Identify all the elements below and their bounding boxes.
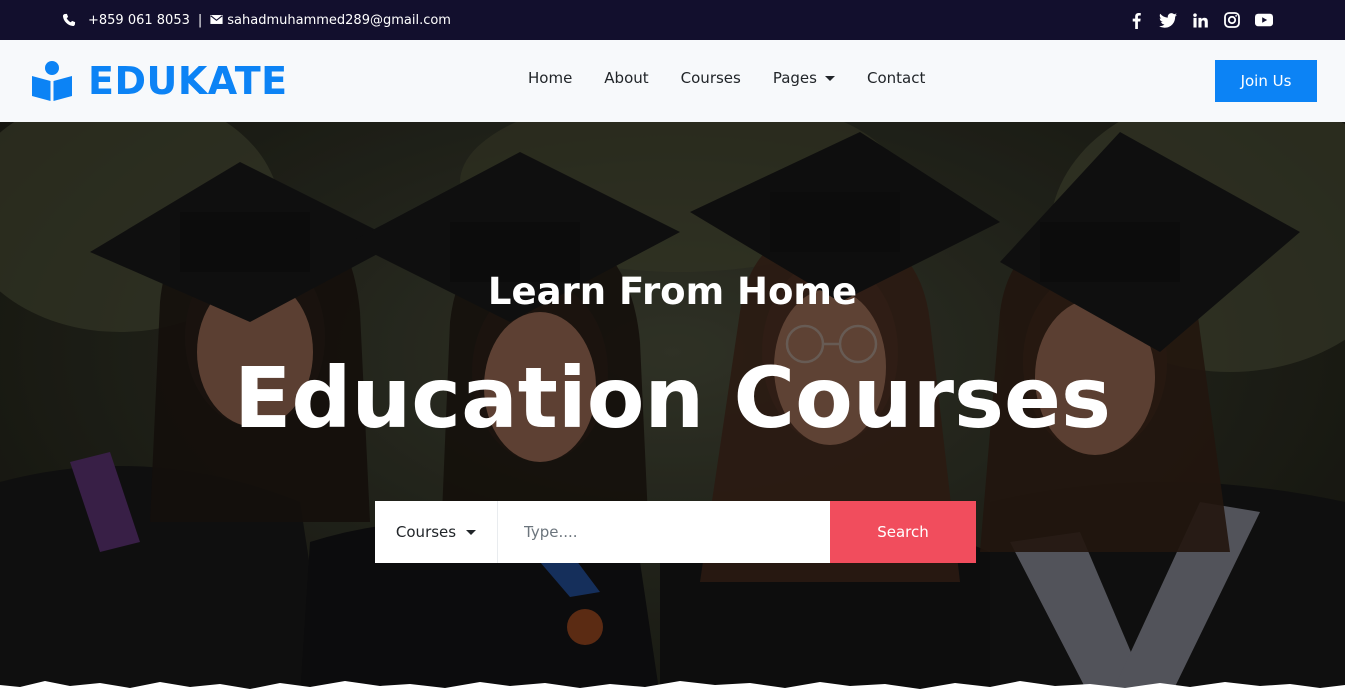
contact-separator: |	[197, 12, 203, 28]
envelope-icon	[210, 13, 224, 27]
caret-down-icon	[824, 75, 835, 81]
hero-subtitle: Learn From Home	[487, 270, 858, 313]
caret-down-icon	[466, 529, 477, 535]
phone-icon	[62, 13, 76, 27]
search-input[interactable]	[498, 501, 830, 563]
linkedin-icon[interactable]	[1191, 11, 1209, 29]
topbar: +859 061 8053 | sahadmuhammed289@gmail.c…	[0, 0, 1345, 40]
category-select-value: Courses	[395, 523, 457, 541]
book-reader-icon	[30, 60, 74, 102]
nav-contact[interactable]: Contact	[867, 69, 925, 87]
nav-courses[interactable]: Courses	[681, 69, 741, 87]
hero-title: Education Courses	[233, 349, 1112, 447]
facebook-icon[interactable]	[1127, 11, 1145, 29]
category-select[interactable]: Courses	[375, 501, 498, 563]
youtube-icon[interactable]	[1255, 11, 1273, 29]
contact-info: +859 061 8053 | sahadmuhammed289@gmail.c…	[62, 0, 451, 40]
nav-pages-dropdown[interactable]: Pages	[773, 69, 835, 87]
main-nav: Home About Courses Pages Contact	[528, 40, 957, 116]
nav-home[interactable]: Home	[528, 69, 572, 87]
email-address: sahadmuhammed289@gmail.com	[227, 12, 451, 28]
torn-paper-edge	[0, 681, 1345, 697]
search-button[interactable]: Search	[830, 501, 976, 563]
navbar: EDUKATE Home About Courses Pages Contact…	[0, 40, 1345, 122]
brand-name: EDUKATE	[88, 59, 288, 103]
phone-number: +859 061 8053	[88, 12, 190, 28]
social-links	[1127, 0, 1273, 40]
nav-pages-label: Pages	[772, 69, 817, 87]
nav-about[interactable]: About	[604, 69, 648, 87]
course-search-bar: Courses Search	[375, 501, 976, 563]
instagram-icon[interactable]	[1223, 11, 1241, 29]
join-us-button[interactable]: Join Us	[1215, 60, 1317, 102]
hero-section: Learn From Home Education Courses Course…	[0, 122, 1345, 697]
twitter-icon[interactable]	[1159, 11, 1177, 29]
brand-link[interactable]: EDUKATE	[30, 59, 288, 103]
